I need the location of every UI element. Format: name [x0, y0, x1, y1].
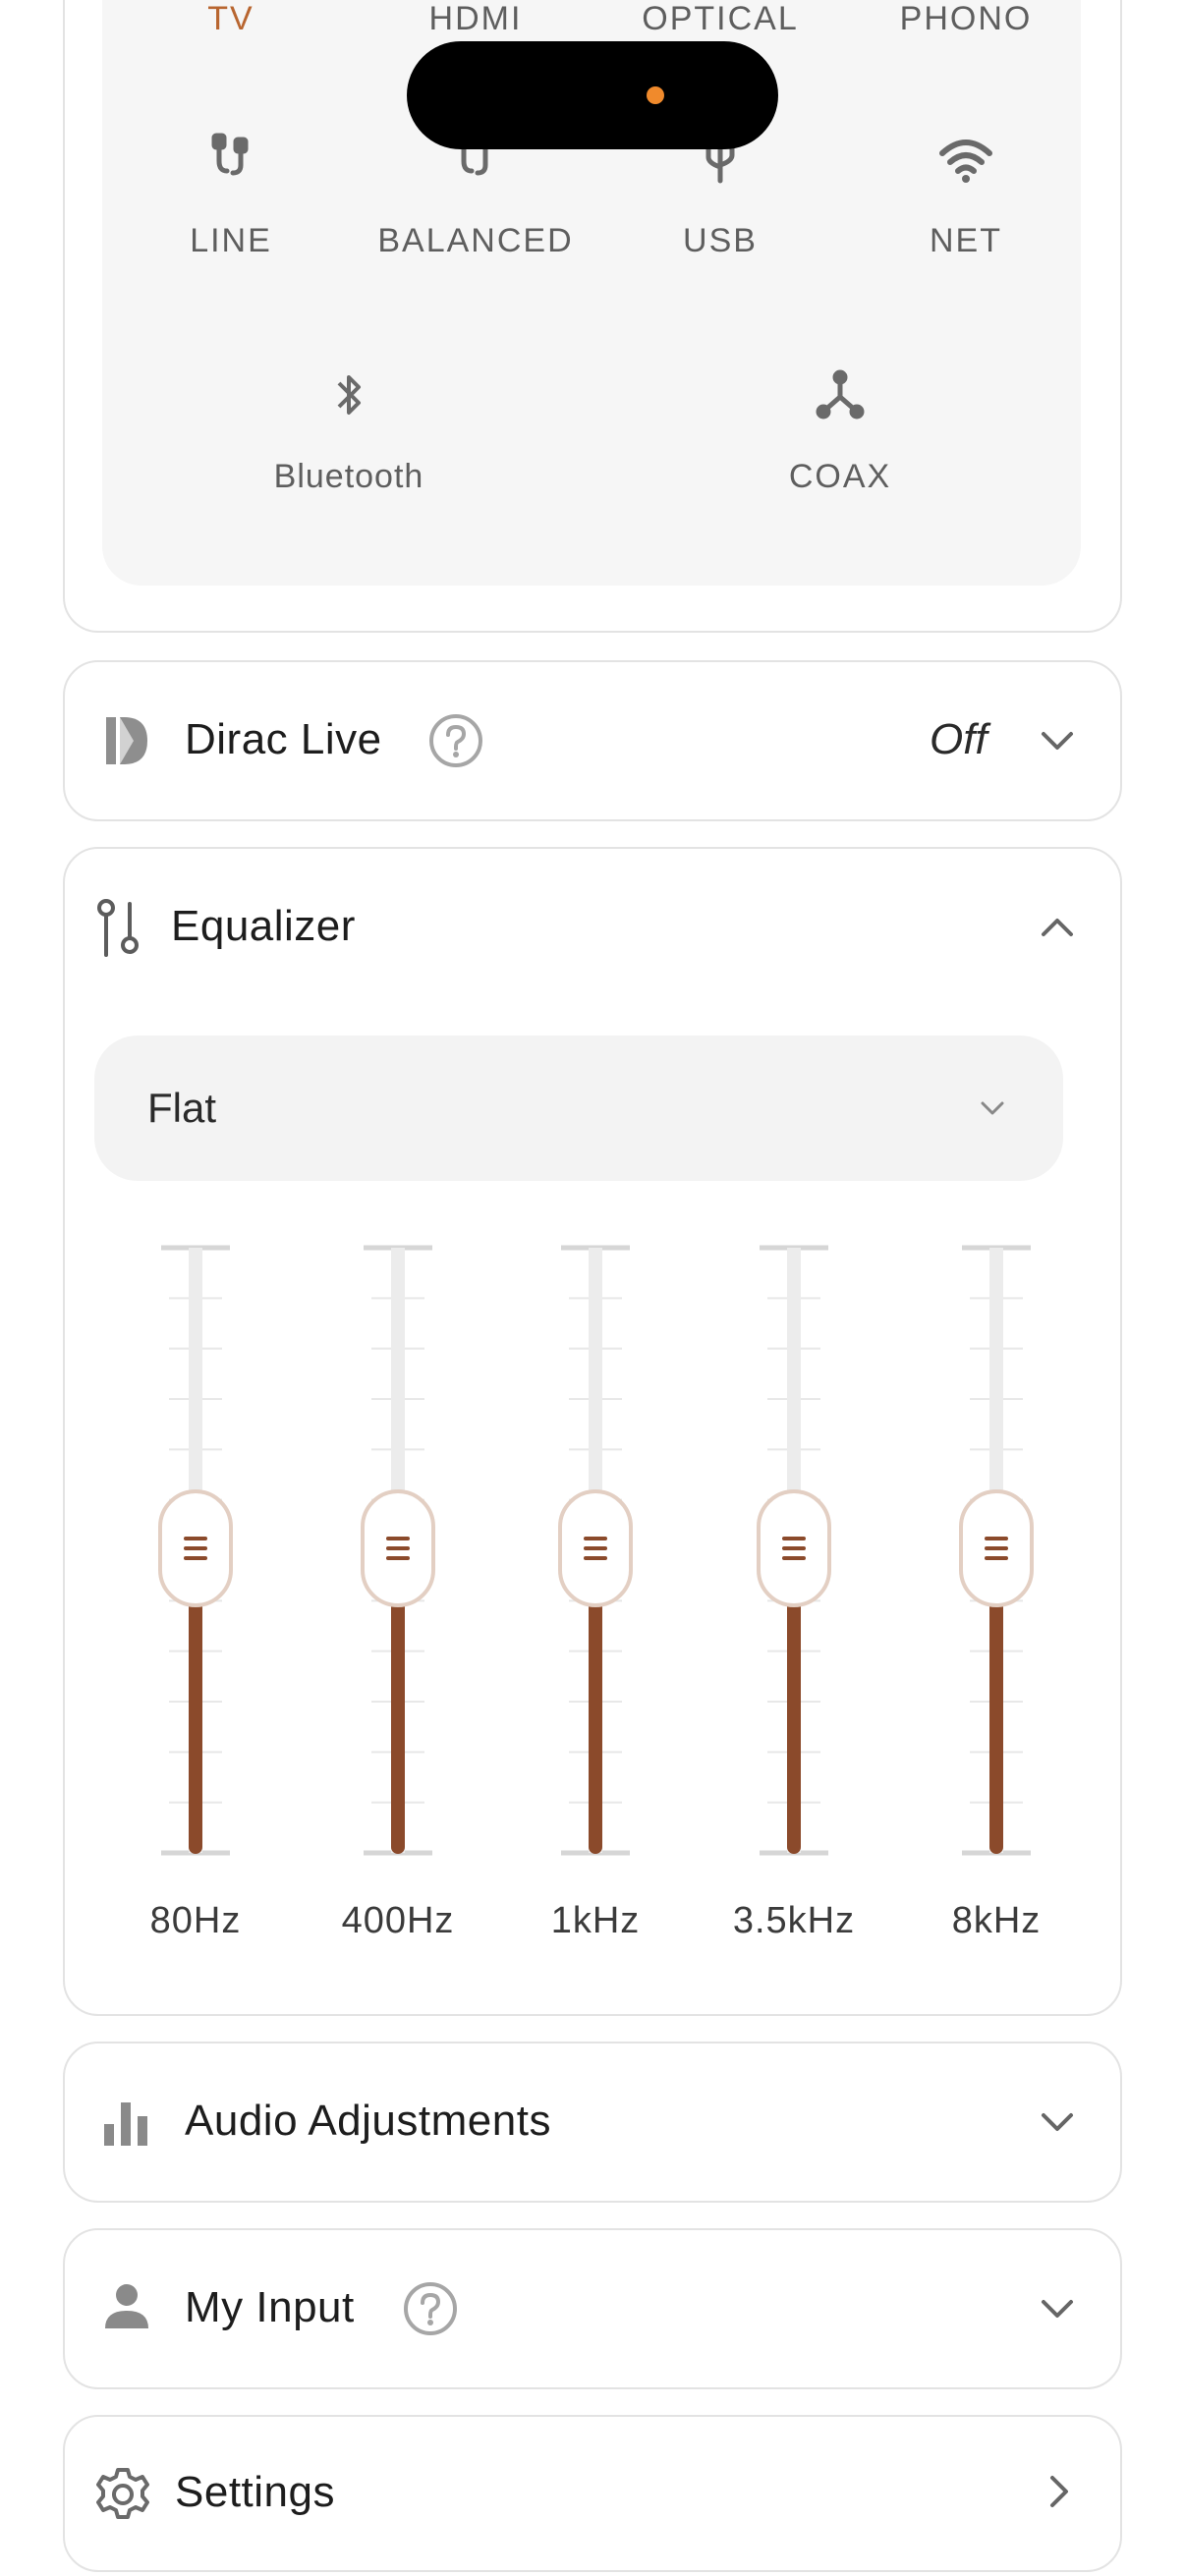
chevron-right-icon [1050, 2476, 1068, 2507]
equalizer-card: Equalizer Flat 80Hz 400Hz 1kHz 3.5kHz 8kHz [63, 847, 1122, 2016]
dirac-live-row[interactable]: Dirac Live Off [63, 660, 1122, 821]
chevron-up-icon[interactable] [1038, 908, 1077, 947]
person-icon [105, 2284, 148, 2328]
gear-icon [96, 2468, 149, 2519]
input-hdmi-label: HDMI [428, 0, 523, 37]
settings-title: Settings [175, 2468, 335, 2516]
input-tv-label: TV [207, 0, 254, 37]
eq-preset-select[interactable]: Flat [94, 1036, 1063, 1181]
input-tv[interactable]: TV [108, 0, 354, 38]
equalizer-icon [97, 899, 139, 957]
input-line-label: LINE [190, 222, 272, 259]
chevron-down-icon [981, 1101, 1004, 1115]
eq-slider-3.5kHz[interactable] [750, 1242, 838, 1861]
eq-frequency-label: 1kHz [550, 1900, 641, 1941]
eq-slider-80Hz[interactable] [151, 1242, 240, 1861]
input-optical-label: OPTICAL [642, 0, 799, 37]
bar-chart-icon [104, 2102, 147, 2146]
input-bluetooth-label: Bluetooth [273, 458, 424, 495]
eq-frequency-label: 400Hz [341, 1900, 455, 1941]
dirac-live-title: Dirac Live [185, 715, 382, 763]
wifi-icon [939, 140, 992, 183]
chevron-down-icon [1042, 2113, 1073, 2131]
input-net-label: NET [930, 222, 1002, 259]
input-phono[interactable]: PHONO [843, 0, 1089, 38]
bluetooth-icon [337, 375, 361, 415]
audio-adjustments-row[interactable]: Audio Adjustments [63, 2042, 1122, 2203]
eq-slider-1kHz[interactable] [551, 1242, 640, 1861]
input-net[interactable]: NET [843, 130, 1089, 260]
audio-adjustments-title: Audio Adjustments [185, 2097, 551, 2145]
chevron-down-icon [1042, 2300, 1073, 2318]
rca-plug-icon [211, 133, 249, 176]
input-bluetooth[interactable]: Bluetooth [226, 365, 472, 496]
eq-slider-400Hz[interactable] [354, 1242, 442, 1861]
input-line[interactable]: LINE [108, 130, 354, 260]
settings-row[interactable]: Settings [63, 2415, 1122, 2572]
my-input-row[interactable]: My Input [63, 2228, 1122, 2389]
input-phono-label: PHONO [899, 0, 1033, 37]
eq-frequency-label: 3.5kHz [732, 1900, 856, 1941]
input-hdmi[interactable]: HDMI [353, 0, 598, 38]
camera-island [407, 41, 778, 149]
help-icon[interactable] [403, 2281, 458, 2336]
privacy-indicator-dot [647, 86, 664, 104]
chevron-down-icon [1042, 732, 1073, 750]
eq-slider-8kHz[interactable] [952, 1242, 1041, 1861]
help-icon[interactable] [428, 713, 483, 768]
coax-icon [816, 369, 865, 420]
input-coax-label: COAX [788, 458, 892, 495]
dirac-live-status: Off [930, 715, 988, 763]
eq-preset-value: Flat [147, 1085, 217, 1131]
input-balanced-label: BALANCED [377, 222, 574, 259]
dirac-logo-icon [106, 717, 147, 764]
input-usb-label: USB [683, 222, 758, 259]
eq-frequency-label: 8kHz [951, 1900, 1042, 1941]
my-input-title: My Input [185, 2283, 355, 2331]
equalizer-title: Equalizer [171, 902, 356, 950]
input-coax[interactable]: COAX [717, 365, 963, 496]
input-optical[interactable]: OPTICAL [597, 0, 843, 38]
eq-frequency-label: 80Hz [149, 1900, 242, 1941]
